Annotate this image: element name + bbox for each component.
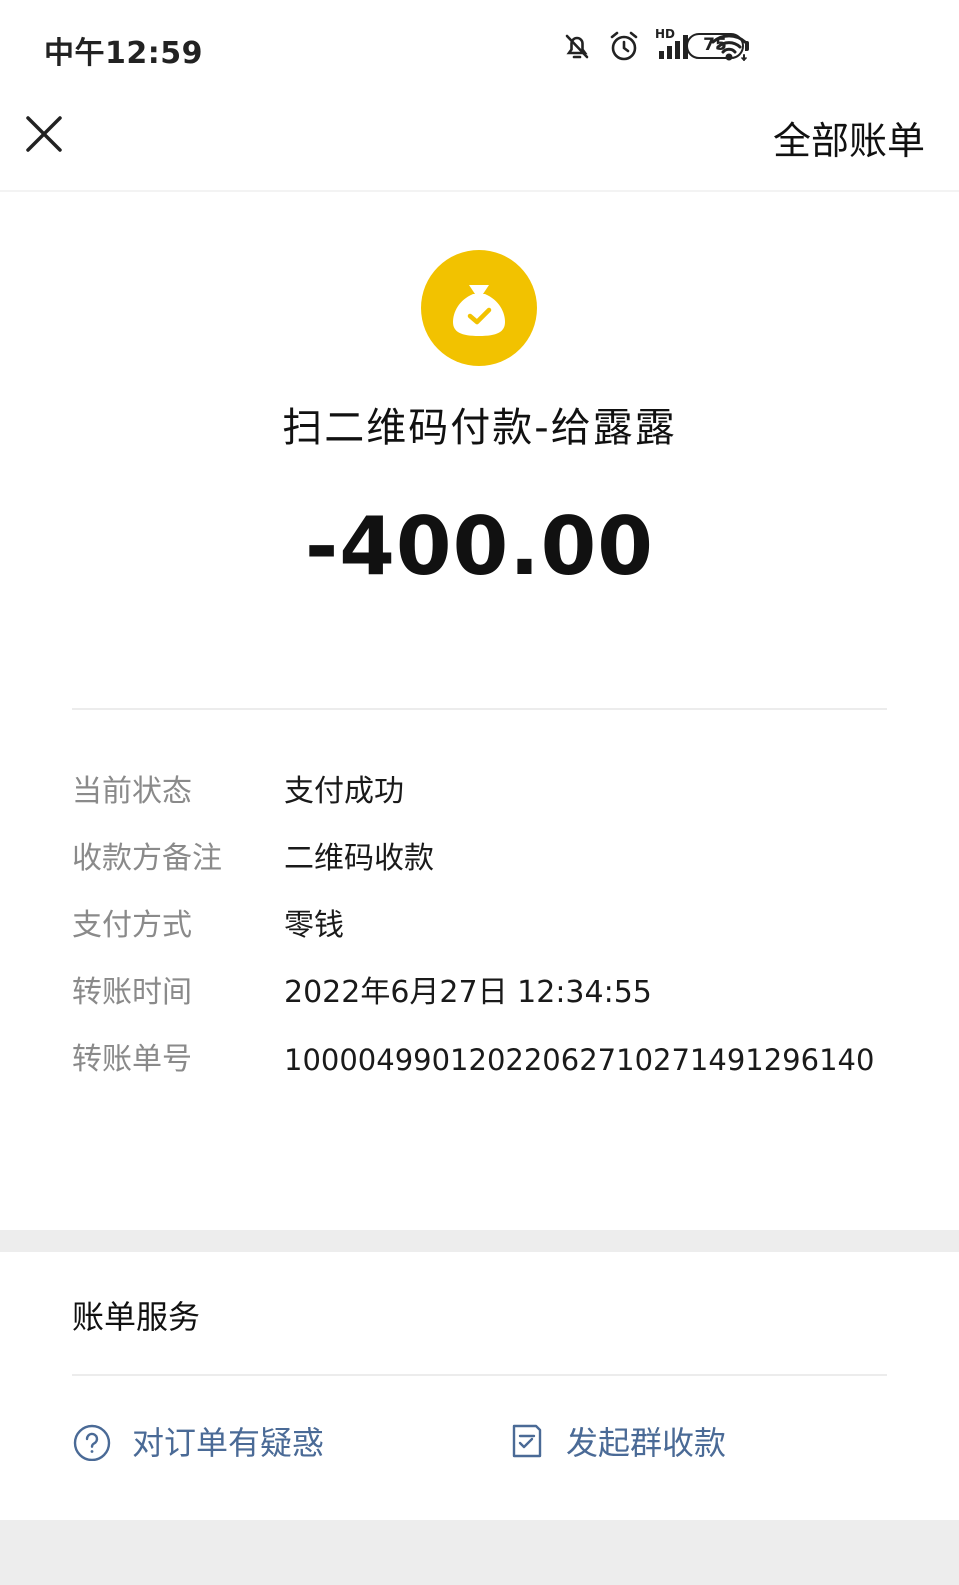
- order-doubt-button[interactable]: 对订单有疑惑: [72, 1418, 324, 1464]
- close-button[interactable]: [20, 110, 68, 158]
- question-circle-icon: [73, 1424, 111, 1461]
- close-icon: [26, 116, 62, 152]
- bell-mute-icon: [561, 30, 593, 62]
- document-check-icon: [512, 1424, 542, 1458]
- money-bag-check-icon: [421, 250, 537, 366]
- group-collect-button[interactable]: 发起群收款: [510, 1418, 726, 1464]
- alarm-icon: [607, 29, 641, 63]
- detail-value: 二维码收款: [284, 841, 434, 876]
- detail-label: 支付方式: [72, 908, 192, 943]
- section-separator: [0, 1230, 959, 1252]
- bottom-band: [0, 1520, 959, 1585]
- payment-amount: -400.00: [305, 500, 654, 593]
- detail-label: 转账时间: [72, 975, 192, 1010]
- detail-label: 当前状态: [72, 774, 192, 809]
- bill-service-title: 账单服务: [72, 1298, 201, 1336]
- detail-value: 2022年6月27日 12:34:55: [284, 975, 652, 1010]
- action-label: 对订单有疑惑: [132, 1424, 325, 1462]
- top-nav: 全部账单: [0, 92, 959, 190]
- merchant-title: 扫二维码付款-给露露: [282, 405, 677, 451]
- divider: [72, 1374, 887, 1376]
- detail-value: 10000499012022062710271491296140: [284, 1043, 875, 1077]
- detail-label: 收款方备注: [72, 841, 222, 876]
- divider: [72, 708, 887, 710]
- nav-divider: [0, 190, 959, 192]
- detail-value: 零钱: [284, 908, 344, 943]
- status-bar: 中午12:59 HD 75: [0, 0, 959, 92]
- all-bills-link[interactable]: 全部账单: [773, 110, 925, 165]
- detail-value: 支付成功: [284, 774, 404, 809]
- detail-label: 转账单号: [72, 1042, 192, 1077]
- battery-tip: [745, 41, 749, 51]
- action-label: 发起群收款: [566, 1424, 727, 1462]
- status-time: 中午12:59: [44, 36, 203, 71]
- battery-icon: 75: [686, 33, 744, 59]
